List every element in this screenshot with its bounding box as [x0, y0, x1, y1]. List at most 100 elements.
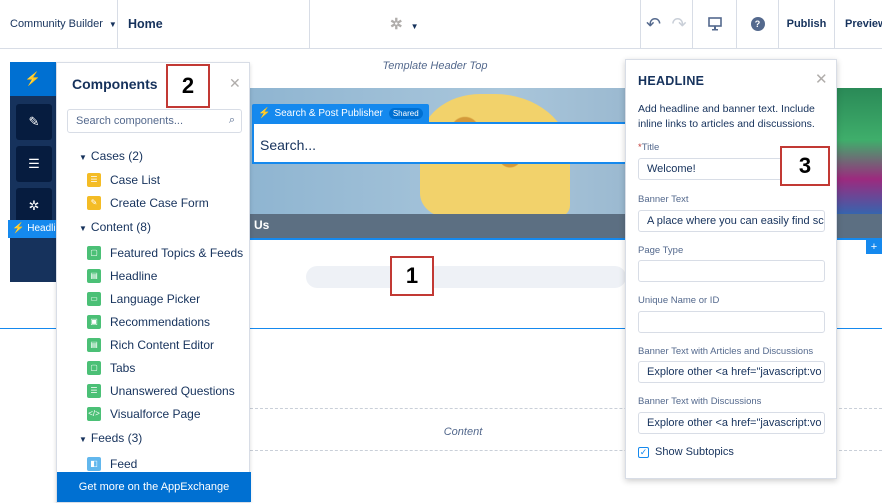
content-region-label: Content	[443, 426, 483, 438]
callout-2: 2	[166, 64, 210, 108]
component-label: Language Picker	[110, 292, 201, 306]
panel-description: Add headline and banner text. Include in…	[638, 103, 815, 130]
appexchange-link[interactable]: Get more on the AppExchange	[57, 472, 251, 502]
title-field-label: *Title	[638, 142, 659, 153]
banner-discussions-field[interactable]: Explore other <a href="javascript:vo	[638, 412, 825, 434]
page-settings-gear-icon[interactable]: ✲ ▼	[390, 15, 419, 33]
case-form-icon: ✎	[87, 196, 101, 210]
community-builder-menu[interactable]: Community Builder ▼	[0, 0, 118, 48]
callout-1: 1	[390, 256, 434, 296]
show-subtopics-checkbox[interactable]: ✓ Show Subtopics	[638, 446, 734, 458]
component-headline[interactable]: ▤ Headline	[87, 267, 157, 285]
components-title: Components	[72, 76, 158, 92]
section-label: Cases (2)	[90, 149, 143, 163]
search-icon: ⌕	[228, 114, 235, 126]
help-icon[interactable]: ?	[736, 0, 778, 48]
checkmark-icon: ✓	[638, 446, 649, 458]
banner-articles-field[interactable]: Explore other <a href="javascript:vo	[638, 361, 825, 383]
shared-badge: Shared	[388, 107, 423, 119]
language-picker-icon: ▭	[87, 292, 101, 306]
component-case-list[interactable]: ☰ Case List	[87, 171, 160, 189]
community-builder-label: Community Builder	[10, 18, 103, 30]
section-content[interactable]: ▼ Content (8)	[79, 220, 151, 234]
publish-button[interactable]: Publish	[778, 0, 834, 48]
tabs-icon: ▢	[87, 361, 101, 375]
builder-left-rail: ⚡ ✎ ☰ ✲	[10, 62, 56, 503]
banner-text-label: Banner Text	[638, 194, 689, 205]
section-cases[interactable]: ▼ Cases (2)	[79, 149, 143, 163]
settings-gear-icon[interactable]: ✲	[16, 188, 52, 224]
undo-icon[interactable]: ↶	[640, 0, 666, 48]
unanswered-questions-icon: ☰	[87, 384, 101, 398]
section-label: Content (8)	[90, 220, 151, 234]
unique-name-label: Unique Name or ID	[638, 295, 720, 306]
section-feeds[interactable]: ▼ Feeds (3)	[79, 431, 142, 445]
redo-icon[interactable]: ↷	[666, 0, 692, 48]
page-type-field[interactable]	[638, 260, 825, 282]
rail-background: ✎ ☰ ✲	[10, 96, 56, 282]
lightning-components-icon[interactable]: ⚡	[10, 62, 56, 96]
page-selector[interactable]: Home ✲ ▼	[118, 0, 419, 48]
panel-title: HEADLINE	[638, 74, 705, 88]
chevron-down-icon: ▼	[79, 153, 87, 162]
theme-brush-icon[interactable]: ✎	[16, 104, 52, 140]
featured-topics-icon: ▢	[87, 246, 101, 260]
component-tabs[interactable]: ▢ Tabs	[87, 359, 135, 377]
component-label: Headline	[110, 269, 158, 283]
search-components-placeholder: Search components...	[76, 115, 184, 127]
template-header-top-region: Template Header Top	[382, 60, 488, 72]
component-rich-content-editor[interactable]: ▤ Rich Content Editor	[87, 336, 214, 354]
title-field[interactable]: Welcome!	[638, 158, 783, 180]
page-name: Home	[128, 17, 163, 31]
component-visualforce-page[interactable]: </> Visualforce Page	[87, 405, 201, 423]
search-publisher-tag[interactable]: ⚡ Search & Post Publisher Shared	[252, 104, 429, 122]
unique-name-field[interactable]	[638, 311, 825, 333]
component-language-picker[interactable]: ▭ Language Picker	[87, 290, 200, 308]
builder-toolbar: Community Builder ▼ Home ✲ ▼ ↶ ↷ ? Publis…	[0, 0, 882, 49]
headline-properties-panel: HEADLINE ✕ Add headline and banner text.…	[625, 59, 837, 479]
section-label: Feeds (3)	[90, 431, 143, 445]
headline-icon: ▤	[87, 269, 101, 283]
component-label: Featured Topics & Feeds	[110, 246, 244, 260]
page-type-label: Page Type	[638, 245, 684, 256]
field-label-text: Title	[641, 142, 660, 153]
close-icon[interactable]: ✕	[815, 70, 828, 88]
component-recommendations[interactable]: ▣ Recommendations	[87, 313, 210, 331]
component-feed[interactable]: ◧ Feed	[87, 455, 137, 473]
search-publisher-tag-label: Search & Post Publisher	[274, 107, 383, 119]
hero-banner-image-edge	[836, 88, 882, 218]
case-list-icon: ☰	[87, 173, 101, 187]
show-subtopics-label: Show Subtopics	[655, 446, 734, 458]
chevron-down-icon: ▼	[79, 435, 87, 444]
device-preview-icon[interactable]	[692, 0, 736, 48]
banner-text-field[interactable]: A place where you can easily find sc	[638, 210, 825, 232]
component-label: Feed	[110, 457, 138, 471]
banner-discussions-label: Banner Text with Discussions	[638, 396, 762, 407]
headline-component-tag[interactable]: ⚡ Headli	[8, 220, 58, 238]
add-component-icon[interactable]: +	[866, 240, 882, 254]
recommendations-icon: ▣	[87, 315, 101, 329]
headline-placeholder[interactable]	[306, 266, 626, 288]
feed-icon: ◧	[87, 457, 101, 471]
rich-content-editor-icon: ▤	[87, 338, 101, 352]
component-label: Case List	[110, 173, 161, 187]
chevron-down-icon: ▼	[79, 224, 87, 233]
page-structure-icon[interactable]: ☰	[16, 146, 52, 182]
component-label: Tabs	[110, 361, 136, 375]
callout-3: 3	[780, 146, 830, 186]
search-box[interactable]: Search...	[252, 122, 630, 164]
preview-button[interactable]: Preview	[834, 0, 882, 48]
lightning-icon: ⚡	[258, 107, 271, 119]
headline-tag-label: Headli	[27, 223, 56, 234]
close-icon[interactable]: ✕	[229, 75, 241, 92]
chevron-down-icon: ▼	[108, 19, 117, 29]
banner-articles-label: Banner Text with Articles and Discussion…	[638, 346, 814, 357]
component-label: Create Case Form	[110, 196, 209, 210]
components-panel: Components ✕ Search components... ⌕ ▼ Cas…	[56, 62, 251, 503]
component-featured-topics[interactable]: ▢ Featured Topics & Feeds	[87, 244, 243, 262]
component-label: Visualforce Page	[110, 407, 201, 421]
visualforce-icon: </>	[87, 407, 101, 421]
component-create-case-form[interactable]: ✎ Create Case Form	[87, 194, 209, 212]
component-unanswered-questions[interactable]: ☰ Unanswered Questions	[87, 382, 235, 400]
search-components-input[interactable]: Search components... ⌕	[67, 109, 242, 133]
